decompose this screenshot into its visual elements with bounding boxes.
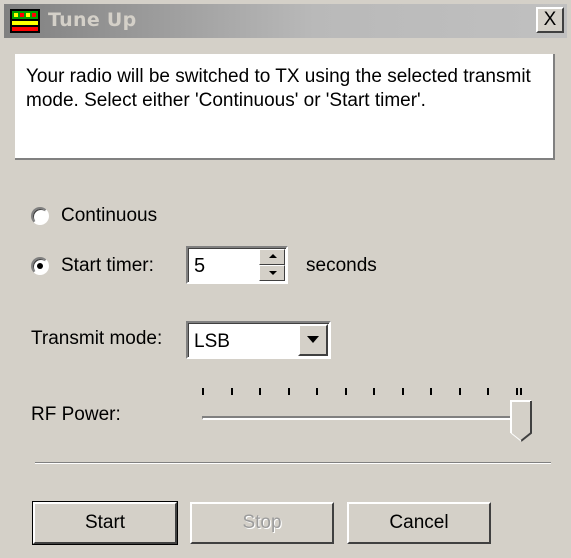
slider-tick: [287, 388, 290, 395]
seconds-label: seconds: [306, 255, 377, 276]
slider-tick: [202, 388, 204, 395]
transmit-mode-label: Transmit mode:: [31, 328, 163, 349]
transmit-mode-value: LSB: [194, 331, 230, 352]
transmit-mode-dropdown-button[interactable]: [298, 324, 328, 356]
timer-seconds-input[interactable]: 5: [194, 255, 205, 278]
slider-thumb[interactable]: [510, 400, 532, 442]
stop-button[interactable]: Stop: [190, 502, 334, 544]
slider-tick: [430, 388, 433, 395]
slider-tick: [401, 388, 404, 395]
slider-tick: [259, 388, 262, 395]
slider-tick: [458, 388, 461, 395]
arrow-down-icon: [269, 271, 277, 275]
continuous-option[interactable]: Continuous: [31, 205, 157, 227]
timer-seconds-spinner[interactable]: 5: [186, 246, 288, 284]
chevron-down-icon: [307, 336, 319, 343]
transmit-mode-select[interactable]: LSB: [186, 321, 331, 359]
spin-up-button[interactable]: [259, 249, 285, 265]
rf-power-label: RF Power:: [31, 404, 121, 425]
slider-tick: [516, 388, 518, 395]
continuous-radio[interactable]: [31, 207, 49, 225]
window-title: Tune Up: [48, 9, 137, 31]
arrow-up-icon: [269, 254, 277, 258]
app-icon: [10, 9, 40, 33]
slider-tick: [487, 388, 490, 395]
info-message: Your radio will be switched to TX using …: [26, 66, 531, 111]
start-timer-option[interactable]: Start timer:: [31, 255, 154, 277]
slider-tick: [316, 388, 319, 395]
start-timer-radio[interactable]: [31, 257, 49, 275]
close-button[interactable]: X: [536, 7, 564, 33]
slider-tick: [344, 388, 347, 395]
cancel-button[interactable]: Cancel: [347, 502, 491, 544]
continuous-label: Continuous: [61, 205, 158, 226]
rf-power-slider[interactable]: [196, 388, 532, 448]
start-button[interactable]: Start: [32, 501, 178, 545]
slider-tick: [373, 388, 376, 395]
spin-down-button[interactable]: [259, 265, 285, 281]
slider-tick: [520, 388, 522, 395]
tune-up-dialog: Tune Up X Your radio will be switched to…: [0, 0, 571, 558]
info-message-box: Your radio will be switched to TX using …: [15, 54, 555, 160]
title-bar[interactable]: Tune Up X: [4, 4, 567, 38]
slider-tick: [230, 388, 233, 395]
start-timer-label: Start timer:: [61, 255, 154, 276]
separator: [35, 462, 551, 464]
slider-track: [202, 416, 524, 420]
